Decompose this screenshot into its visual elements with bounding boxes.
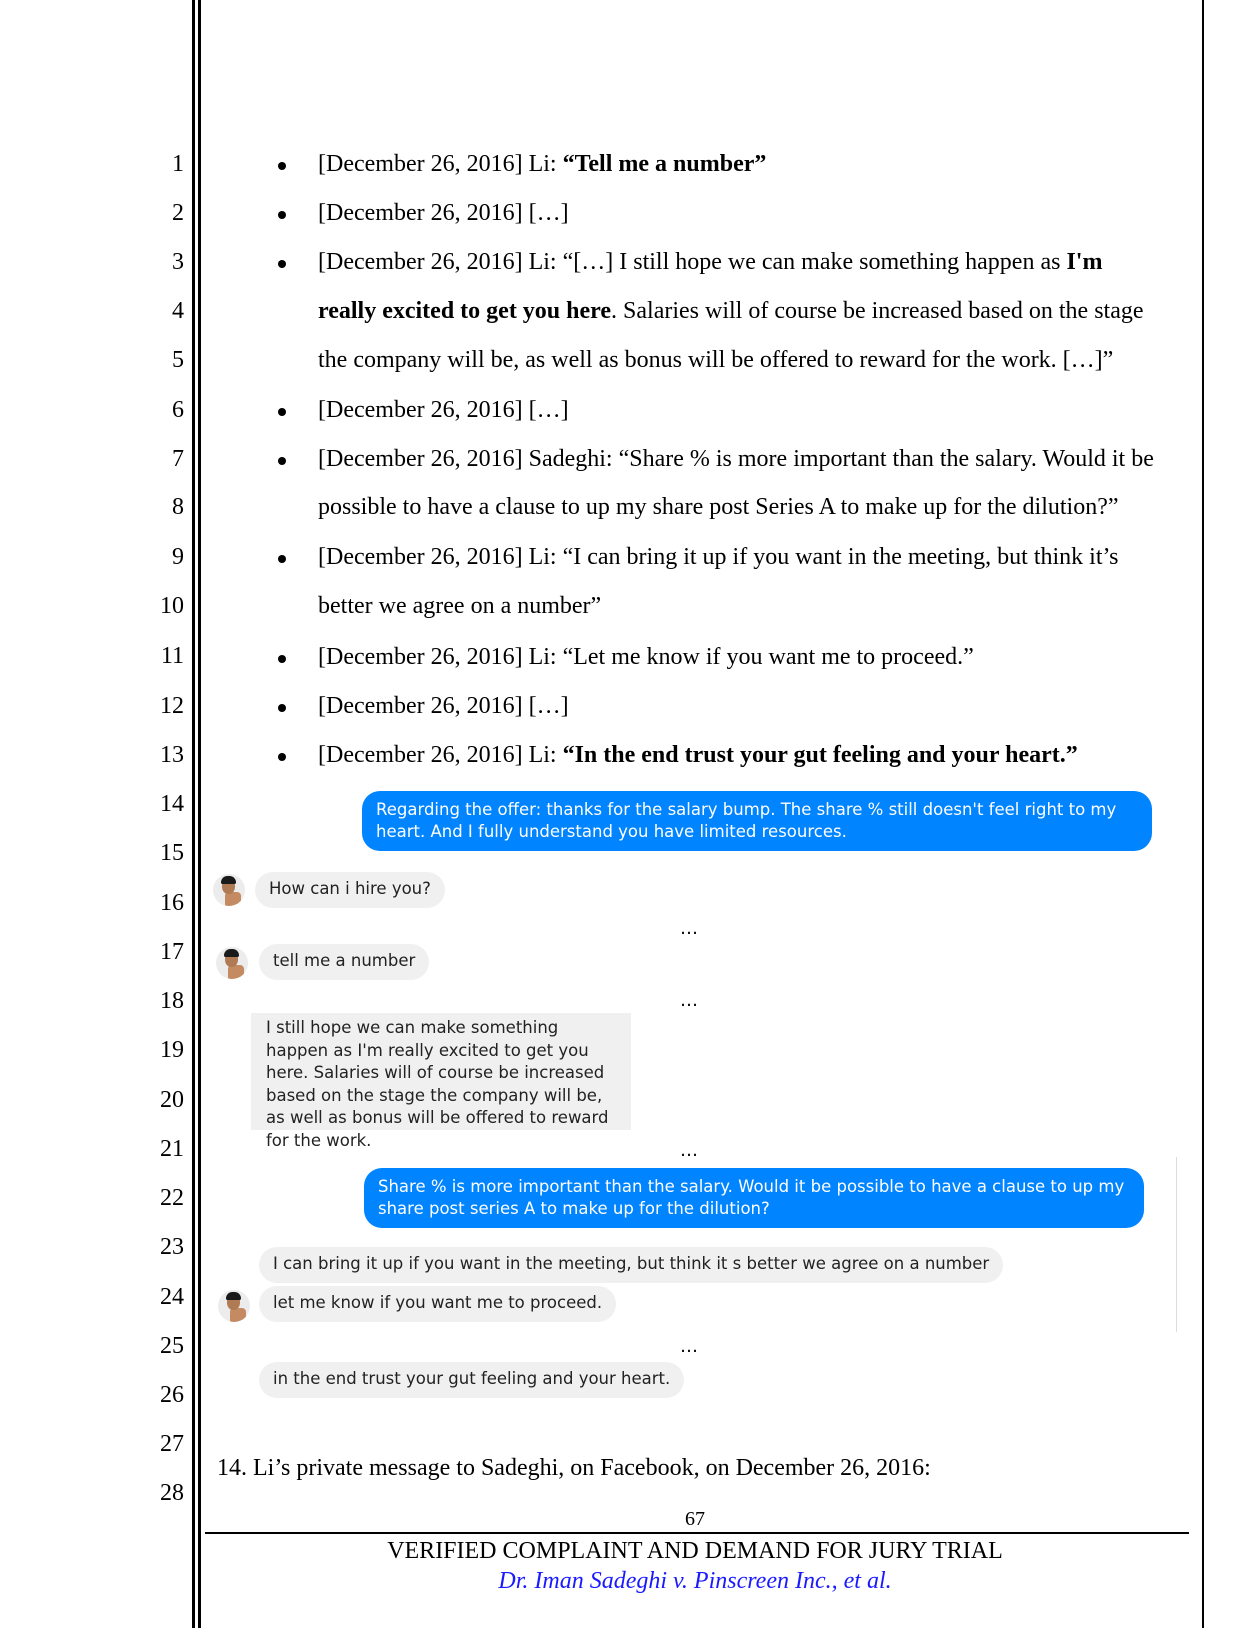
bullet-quote-bold: I'm [1066,249,1103,275]
bullet-date: [December 26, 2016] [318,249,523,275]
footer-title: VERIFIED COMPLAINT AND DEMAND FOR JURY T… [387,1538,1003,1564]
line-number: 11 [160,643,184,669]
footer-rule [205,1532,1189,1534]
line-number: 24 [160,1284,184,1310]
line-number: 7 [172,446,184,472]
left-margin-rule-inner [198,0,201,1628]
bullet-continuation: possible to have a clause to up my share… [318,493,1119,521]
bullet-date: [December 26, 2016] [318,693,523,719]
incoming-message: in the end trust your gut feeling and yo… [259,1362,685,1398]
bullet-date: [December 26, 2016] [318,397,523,423]
bullet-icon [278,457,286,465]
incoming-message: tell me a number [259,944,430,980]
line-number: 6 [172,397,184,423]
incoming-message: I still hope we can make something happe… [251,1013,631,1150]
omission-ellipsis: … [680,918,700,939]
bullet-date: [December 26, 2016] [318,446,523,472]
outgoing-message: Share % is more important than the salar… [364,1168,1144,1228]
omission-ellipsis: … [680,1336,700,1357]
bullet-speaker: Sadeghi: [522,446,619,472]
screenshot-edge [1176,1157,1177,1332]
bullet-quote: “Tell me a number” [562,151,767,177]
line-number: 4 [172,298,184,324]
line-number: 18 [160,988,184,1014]
bullet-icon [278,211,286,219]
page-number: 67 [685,1508,705,1530]
line-number: 20 [160,1087,184,1113]
outgoing-message: Regarding the offer: thanks for the sala… [362,791,1152,851]
incoming-message: let me know if you want me to proceed. [259,1286,617,1322]
bullet-date: [December 26, 2016] [318,544,523,570]
bullet-quote: possible to have a clause to up my share… [318,494,1119,520]
bullet-speaker: […] [522,397,569,423]
left-margin-rule-outer [192,0,195,1628]
bullet-date: [December 26, 2016] [318,200,523,226]
bullet-quote: . Salaries will of course be increased b… [611,298,1144,324]
bullet-speaker: […] [522,200,569,226]
bullet-date: [December 26, 2016] [318,644,523,670]
bullet-continuation: better we agree on a number” [318,592,601,620]
bullet-speaker: Li: [522,151,563,177]
bullet-icon [278,555,286,563]
bullet-quote-bold: really excited to get you here [318,298,612,324]
incoming-message: How can i hire you? [255,872,445,908]
incoming-message: I can bring it up if you want in the mee… [259,1247,1004,1283]
bullet-icon [278,655,286,663]
line-number: 13 [160,742,184,768]
avatar [213,874,245,906]
bullet-speaker: Li: [522,544,563,570]
bullet-icon [278,260,286,268]
bullet-date: [December 26, 2016] [318,742,523,768]
line-number: 19 [160,1037,184,1063]
bullet-speaker: Li: [522,249,563,275]
line-number: 26 [160,1382,184,1408]
line-number: 15 [160,840,184,866]
avatar [218,1290,250,1322]
bullet-continuation: the company will be, as well as bonus wi… [318,346,1113,374]
bullet-speaker: […] [522,693,569,719]
line-number: 21 [160,1136,184,1162]
avatar [216,947,248,979]
line-number: 14 [160,791,184,817]
line-number: 12 [160,693,184,719]
line-number: 23 [160,1234,184,1260]
line-number: 17 [160,939,184,965]
bullet-quote: the company will be, as well as bonus wi… [318,347,1114,373]
bullet-date: [December 26, 2016] [318,151,523,177]
line-number: 3 [172,249,184,275]
bullet-quote-bold: “In the end trust your gut feeling and y… [562,742,1078,768]
line-number: 16 [160,890,184,916]
bullet-icon [278,408,286,416]
bullet-icon [278,753,286,761]
bullet-quote: “Let me know if you want me to proceed.” [562,644,974,670]
line-number: 28 [160,1480,184,1506]
bullet-speaker: Li: [522,644,563,670]
bullet-quote: “Share % is more important than the sala… [618,446,1154,472]
line-number: 9 [172,544,184,570]
bullet-icon [278,162,286,170]
line-number: 2 [172,200,184,226]
line-number: 25 [160,1333,184,1359]
bullet-icon [278,704,286,712]
footer-case-caption: Dr. Iman Sadeghi v. Pinscreen Inc., et a… [498,1568,892,1594]
bullet-speaker: Li: [522,742,563,768]
line-number: 8 [172,494,184,520]
omission-ellipsis: … [680,1140,700,1161]
omission-ellipsis: … [680,990,700,1011]
bullet-continuation: really excited to get you here. Salaries… [318,297,1144,325]
bullet-quote: “I can bring it up if you want in the me… [562,544,1119,570]
line-number: 22 [160,1185,184,1211]
line-number: 1 [172,151,184,177]
bullet-quote: “[…] I still hope we can make something … [562,249,1067,275]
right-margin-rule [1202,0,1204,1628]
bullet-quote: better we agree on a number” [318,593,602,619]
line-number: 10 [160,593,184,619]
line-number: 5 [172,347,184,373]
paragraph-14: 14. Li’s private message to Sadeghi, on … [217,1455,931,1481]
line-number: 27 [160,1431,184,1457]
